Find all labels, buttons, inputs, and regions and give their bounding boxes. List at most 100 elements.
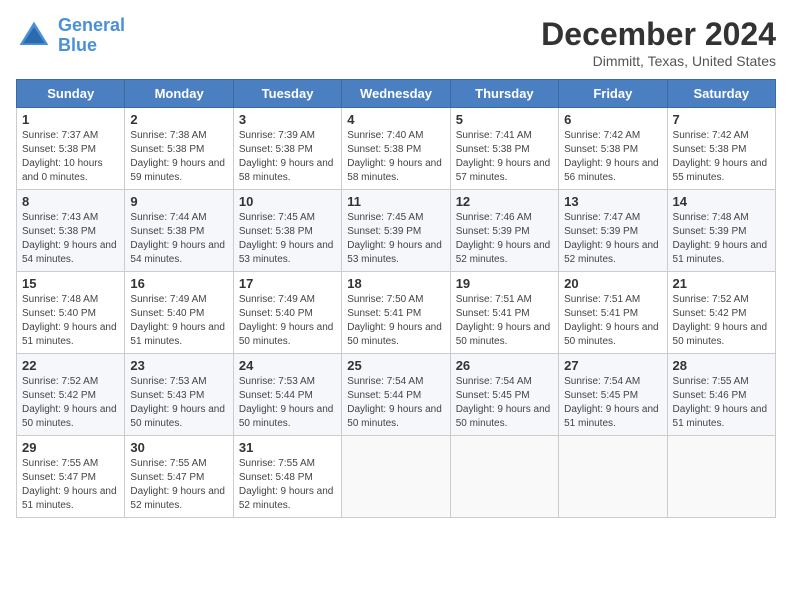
calendar-cell: 8 Sunrise: 7:43 AM Sunset: 5:38 PM Dayli… (17, 190, 125, 272)
day-info: Sunrise: 7:45 AM Sunset: 5:38 PM Dayligh… (239, 211, 336, 267)
day-info: Sunrise: 7:37 AM Sunset: 5:38 PM Dayligh… (22, 129, 119, 185)
day-info: Sunrise: 7:40 AM Sunset: 5:38 PM Dayligh… (347, 129, 444, 185)
day-number: 23 (130, 358, 227, 373)
calendar-cell: 13 Sunrise: 7:47 AM Sunset: 5:39 PM Dayl… (559, 190, 667, 272)
day-info: Sunrise: 7:42 AM Sunset: 5:38 PM Dayligh… (564, 129, 661, 185)
day-info: Sunrise: 7:41 AM Sunset: 5:38 PM Dayligh… (456, 129, 553, 185)
calendar-cell: 9 Sunrise: 7:44 AM Sunset: 5:38 PM Dayli… (125, 190, 233, 272)
day-number: 12 (456, 194, 553, 209)
day-info: Sunrise: 7:50 AM Sunset: 5:41 PM Dayligh… (347, 293, 444, 349)
day-number: 3 (239, 112, 336, 127)
header-thursday: Thursday (450, 80, 558, 108)
day-info: Sunrise: 7:44 AM Sunset: 5:38 PM Dayligh… (130, 211, 227, 267)
calendar-cell: 4 Sunrise: 7:40 AM Sunset: 5:38 PM Dayli… (342, 108, 450, 190)
day-info: Sunrise: 7:51 AM Sunset: 5:41 PM Dayligh… (456, 293, 553, 349)
day-info: Sunrise: 7:48 AM Sunset: 5:40 PM Dayligh… (22, 293, 119, 349)
day-info: Sunrise: 7:42 AM Sunset: 5:38 PM Dayligh… (673, 129, 770, 185)
day-number: 10 (239, 194, 336, 209)
logo-line1: General (58, 15, 125, 35)
day-info: Sunrise: 7:39 AM Sunset: 5:38 PM Dayligh… (239, 129, 336, 185)
calendar-cell: 27 Sunrise: 7:54 AM Sunset: 5:45 PM Dayl… (559, 354, 667, 436)
calendar-cell: 21 Sunrise: 7:52 AM Sunset: 5:42 PM Dayl… (667, 272, 775, 354)
day-number: 20 (564, 276, 661, 291)
calendar-cell: 16 Sunrise: 7:49 AM Sunset: 5:40 PM Dayl… (125, 272, 233, 354)
day-info: Sunrise: 7:54 AM Sunset: 5:45 PM Dayligh… (456, 375, 553, 431)
calendar-cell: 6 Sunrise: 7:42 AM Sunset: 5:38 PM Dayli… (559, 108, 667, 190)
calendar-cell: 24 Sunrise: 7:53 AM Sunset: 5:44 PM Dayl… (233, 354, 341, 436)
calendar-table: SundayMondayTuesdayWednesdayThursdayFrid… (16, 79, 776, 518)
day-number: 31 (239, 440, 336, 455)
calendar-cell: 29 Sunrise: 7:55 AM Sunset: 5:47 PM Dayl… (17, 436, 125, 518)
day-info: Sunrise: 7:51 AM Sunset: 5:41 PM Dayligh… (564, 293, 661, 349)
day-number: 7 (673, 112, 770, 127)
page-header: General Blue December 2024 Dimmitt, Texa… (16, 16, 776, 69)
day-info: Sunrise: 7:46 AM Sunset: 5:39 PM Dayligh… (456, 211, 553, 267)
day-number: 28 (673, 358, 770, 373)
calendar-cell: 14 Sunrise: 7:48 AM Sunset: 5:39 PM Dayl… (667, 190, 775, 272)
day-number: 24 (239, 358, 336, 373)
day-info: Sunrise: 7:55 AM Sunset: 5:46 PM Dayligh… (673, 375, 770, 431)
week-row-2: 8 Sunrise: 7:43 AM Sunset: 5:38 PM Dayli… (17, 190, 776, 272)
header-sunday: Sunday (17, 80, 125, 108)
calendar-cell (667, 436, 775, 518)
day-number: 29 (22, 440, 119, 455)
calendar-cell: 18 Sunrise: 7:50 AM Sunset: 5:41 PM Dayl… (342, 272, 450, 354)
day-number: 15 (22, 276, 119, 291)
header-friday: Friday (559, 80, 667, 108)
day-number: 9 (130, 194, 227, 209)
day-number: 14 (673, 194, 770, 209)
calendar-cell: 7 Sunrise: 7:42 AM Sunset: 5:38 PM Dayli… (667, 108, 775, 190)
day-number: 4 (347, 112, 444, 127)
day-info: Sunrise: 7:45 AM Sunset: 5:39 PM Dayligh… (347, 211, 444, 267)
calendar-cell: 2 Sunrise: 7:38 AM Sunset: 5:38 PM Dayli… (125, 108, 233, 190)
day-number: 18 (347, 276, 444, 291)
day-info: Sunrise: 7:38 AM Sunset: 5:38 PM Dayligh… (130, 129, 227, 185)
day-info: Sunrise: 7:49 AM Sunset: 5:40 PM Dayligh… (130, 293, 227, 349)
header-saturday: Saturday (667, 80, 775, 108)
day-info: Sunrise: 7:43 AM Sunset: 5:38 PM Dayligh… (22, 211, 119, 267)
calendar-cell (342, 436, 450, 518)
day-number: 5 (456, 112, 553, 127)
day-info: Sunrise: 7:55 AM Sunset: 5:47 PM Dayligh… (22, 457, 119, 513)
calendar-cell: 31 Sunrise: 7:55 AM Sunset: 5:48 PM Dayl… (233, 436, 341, 518)
day-info: Sunrise: 7:54 AM Sunset: 5:45 PM Dayligh… (564, 375, 661, 431)
calendar-cell: 25 Sunrise: 7:54 AM Sunset: 5:44 PM Dayl… (342, 354, 450, 436)
day-number: 30 (130, 440, 227, 455)
calendar-cell: 10 Sunrise: 7:45 AM Sunset: 5:38 PM Dayl… (233, 190, 341, 272)
logo-icon (16, 18, 52, 54)
calendar-cell: 1 Sunrise: 7:37 AM Sunset: 5:38 PM Dayli… (17, 108, 125, 190)
week-row-4: 22 Sunrise: 7:52 AM Sunset: 5:42 PM Dayl… (17, 354, 776, 436)
calendar-cell: 5 Sunrise: 7:41 AM Sunset: 5:38 PM Dayli… (450, 108, 558, 190)
calendar-cell (559, 436, 667, 518)
day-number: 1 (22, 112, 119, 127)
day-number: 22 (22, 358, 119, 373)
week-row-1: 1 Sunrise: 7:37 AM Sunset: 5:38 PM Dayli… (17, 108, 776, 190)
header-wednesday: Wednesday (342, 80, 450, 108)
logo-line2: Blue (58, 35, 97, 55)
calendar-cell: 23 Sunrise: 7:53 AM Sunset: 5:43 PM Dayl… (125, 354, 233, 436)
header-monday: Monday (125, 80, 233, 108)
calendar-cell: 22 Sunrise: 7:52 AM Sunset: 5:42 PM Dayl… (17, 354, 125, 436)
calendar-cell: 17 Sunrise: 7:49 AM Sunset: 5:40 PM Dayl… (233, 272, 341, 354)
day-number: 13 (564, 194, 661, 209)
day-info: Sunrise: 7:53 AM Sunset: 5:44 PM Dayligh… (239, 375, 336, 431)
week-row-3: 15 Sunrise: 7:48 AM Sunset: 5:40 PM Dayl… (17, 272, 776, 354)
day-number: 11 (347, 194, 444, 209)
logo-text: General Blue (58, 16, 125, 56)
day-number: 25 (347, 358, 444, 373)
calendar-cell: 3 Sunrise: 7:39 AM Sunset: 5:38 PM Dayli… (233, 108, 341, 190)
calendar-cell: 11 Sunrise: 7:45 AM Sunset: 5:39 PM Dayl… (342, 190, 450, 272)
month-title: December 2024 (541, 16, 776, 53)
calendar-header-row: SundayMondayTuesdayWednesdayThursdayFrid… (17, 80, 776, 108)
header-tuesday: Tuesday (233, 80, 341, 108)
day-info: Sunrise: 7:55 AM Sunset: 5:48 PM Dayligh… (239, 457, 336, 513)
logo: General Blue (16, 16, 125, 56)
day-info: Sunrise: 7:49 AM Sunset: 5:40 PM Dayligh… (239, 293, 336, 349)
calendar-cell: 30 Sunrise: 7:55 AM Sunset: 5:47 PM Dayl… (125, 436, 233, 518)
calendar-cell: 12 Sunrise: 7:46 AM Sunset: 5:39 PM Dayl… (450, 190, 558, 272)
day-info: Sunrise: 7:54 AM Sunset: 5:44 PM Dayligh… (347, 375, 444, 431)
day-info: Sunrise: 7:52 AM Sunset: 5:42 PM Dayligh… (673, 293, 770, 349)
week-row-5: 29 Sunrise: 7:55 AM Sunset: 5:47 PM Dayl… (17, 436, 776, 518)
calendar-cell: 19 Sunrise: 7:51 AM Sunset: 5:41 PM Dayl… (450, 272, 558, 354)
day-number: 2 (130, 112, 227, 127)
